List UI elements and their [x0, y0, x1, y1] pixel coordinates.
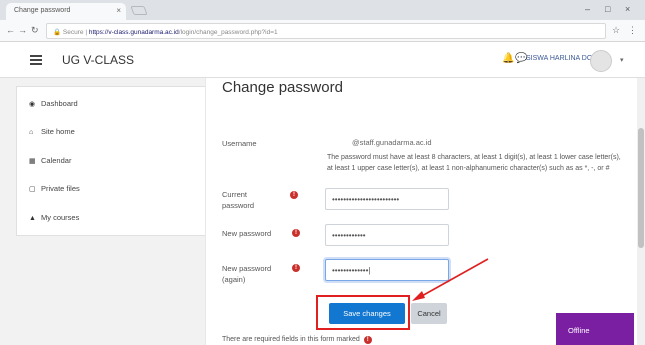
required-icon: !: [363, 336, 372, 344]
offline-status-badge[interactable]: Offline: [556, 313, 634, 345]
annotation-arrow-icon: [412, 258, 489, 301]
required-fields-note: There are required fields in this form m…: [222, 336, 372, 344]
